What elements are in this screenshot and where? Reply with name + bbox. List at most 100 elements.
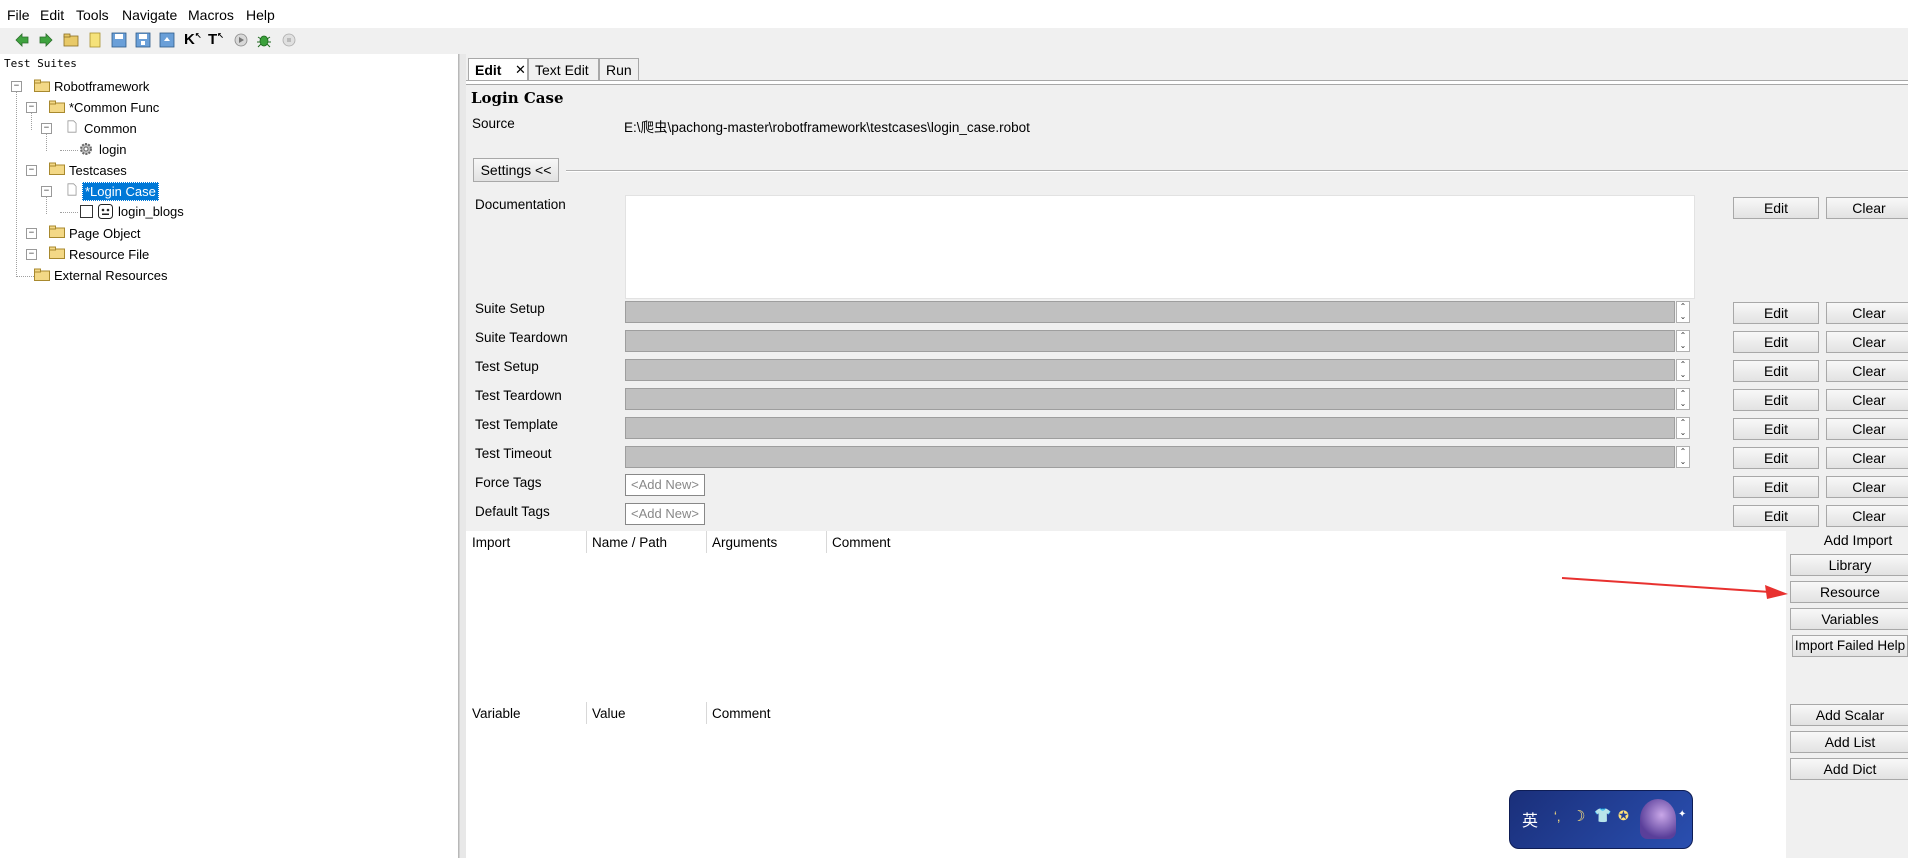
tree-node-login-blogs[interactable]: login_blogs [118,204,184,219]
add-scalar-button[interactable]: Add Scalar [1790,704,1908,726]
suite-setup-clear-button[interactable]: Clear [1826,302,1908,324]
test-checkbox[interactable] [80,205,93,218]
toolbar: K↖ T↖ [0,28,1908,55]
menu-tools[interactable]: Tools [76,7,109,23]
robot-icon [98,204,113,219]
tree-node-login[interactable]: login [99,142,126,157]
tree-expander[interactable]: − [41,123,52,134]
menu-edit[interactable]: Edit [40,7,64,23]
test-teardown-spinner[interactable]: ⌃ ⌄ [1676,388,1690,410]
search-text-icon[interactable]: T↖ [208,31,224,48]
default-tags-edit-button[interactable]: Edit [1733,505,1819,527]
tree-node-external-resources[interactable]: External Resources [54,268,167,283]
tree-line [31,112,32,130]
variables-button[interactable]: Variables [1790,608,1908,630]
add-list-button[interactable]: Add List [1790,731,1908,753]
tree-node-common-func[interactable]: *Common Func [69,100,159,115]
forward-arrow-icon[interactable] [38,32,54,48]
suite-setup-field[interactable] [625,301,1675,323]
suite-setup-spinner[interactable]: ⌃ ⌄ [1676,301,1690,323]
test-timeout-edit-button[interactable]: Edit [1733,447,1819,469]
default-tags-add-new[interactable]: <Add New> [625,503,705,525]
variables-header-variable: Variable [472,706,521,721]
run-icon[interactable] [233,32,249,48]
back-arrow-icon[interactable] [14,32,30,48]
settings-toggle-button[interactable]: Settings << [473,158,559,182]
open-folder-icon[interactable] [63,32,79,48]
documentation-editor[interactable] [625,195,1695,299]
test-timeout-field[interactable] [625,446,1675,468]
test-setup-clear-button[interactable]: Clear [1826,360,1908,382]
save-icon[interactable] [111,32,127,48]
suite-teardown-label: Suite Teardown [475,330,568,345]
tree-expander[interactable]: − [26,249,37,260]
tree-expander[interactable]: − [41,186,52,197]
resource-button[interactable]: Resource [1790,581,1908,603]
suite-teardown-clear-button[interactable]: Clear [1826,331,1908,353]
column-separator [586,531,587,553]
test-teardown-edit-button[interactable]: Edit [1733,389,1819,411]
test-template-clear-button[interactable]: Clear [1826,418,1908,440]
tab-text-edit[interactable]: Text Edit [528,58,599,80]
default-tags-clear-button[interactable]: Clear [1826,505,1908,527]
imports-table[interactable] [466,531,1786,704]
menu-macros[interactable]: Macros [188,7,234,23]
column-separator [586,702,587,724]
force-tags-add-new[interactable]: <Add New> [625,474,705,496]
menu-file[interactable]: File [7,7,30,23]
ime-skin-icon[interactable]: 👕 [1594,807,1611,824]
library-button[interactable]: Library [1790,554,1908,576]
test-teardown-clear-button[interactable]: Clear [1826,389,1908,411]
debug-bug-icon[interactable] [256,32,272,48]
documentation-edit-button[interactable]: Edit [1733,197,1819,219]
test-template-field[interactable] [625,417,1675,439]
suite-teardown-edit-button[interactable]: Edit [1733,331,1819,353]
ime-language-label[interactable]: 英 [1522,807,1538,831]
tree-node-testcases[interactable]: Testcases [69,163,127,178]
tree-expander[interactable]: − [26,102,37,113]
tab-edit[interactable]: Edit ✕ [468,58,528,80]
force-tags-edit-button[interactable]: Edit [1733,476,1819,498]
ime-toolbar[interactable]: 英 ʻ, ☽ 👕 ✪ ✦ [1509,790,1693,849]
test-setup-spinner[interactable]: ⌃ ⌄ [1676,359,1690,381]
search-keyword-icon[interactable]: K↖ [184,31,202,48]
test-template-edit-button[interactable]: Edit [1733,418,1819,440]
save-all-icon[interactable] [135,32,151,48]
tree-node-page-object[interactable]: Page Object [69,226,141,241]
menu-bar: File Edit Tools Navigate Macros Help [0,0,1908,28]
test-teardown-field[interactable] [625,388,1675,410]
tree-expander[interactable]: − [26,165,37,176]
folder-icon [49,100,65,113]
ime-moon-icon[interactable]: ☽ [1572,807,1585,825]
import-failed-help-button[interactable]: Import Failed Help [1792,635,1908,657]
tree-node-resource-file[interactable]: Resource File [69,247,149,262]
suite-teardown-field[interactable] [625,330,1675,352]
export-icon[interactable] [159,32,175,48]
tree-expander[interactable]: − [26,228,37,239]
ime-star-icon[interactable]: ✪ [1618,808,1629,824]
test-template-spinner[interactable]: ⌃ ⌄ [1676,417,1690,439]
default-tags-label: Default Tags [475,504,550,519]
test-timeout-clear-button[interactable]: Clear [1826,447,1908,469]
new-file-icon[interactable] [87,32,103,48]
tree-node-robotframework[interactable]: Robotframework [54,79,149,94]
add-dict-button[interactable]: Add Dict [1790,758,1908,780]
close-tab-icon[interactable]: ✕ [515,59,526,81]
tree-node-login-case[interactable]: *Login Case [82,182,159,201]
suite-teardown-spinner[interactable]: ⌃ ⌄ [1676,330,1690,352]
tree-node-common[interactable]: Common [84,121,137,136]
add-import-label: Add Import [1823,532,1893,548]
test-timeout-spinner[interactable]: ⌃ ⌄ [1676,446,1690,468]
tree-expander[interactable]: − [11,81,22,92]
tab-run[interactable]: Run [599,58,639,80]
documentation-clear-button[interactable]: Clear [1826,197,1908,219]
suite-setup-edit-button[interactable]: Edit [1733,302,1819,324]
test-setup-field[interactable] [625,359,1675,381]
imports-header-name-path: Name / Path [592,535,668,550]
test-setup-edit-button[interactable]: Edit [1733,360,1819,382]
ime-punctuation-icon[interactable]: ʻ, [1554,809,1561,824]
stop-icon[interactable] [281,32,297,48]
force-tags-clear-button[interactable]: Clear [1826,476,1908,498]
menu-navigate[interactable]: Navigate [122,7,177,23]
menu-help[interactable]: Help [246,7,275,23]
